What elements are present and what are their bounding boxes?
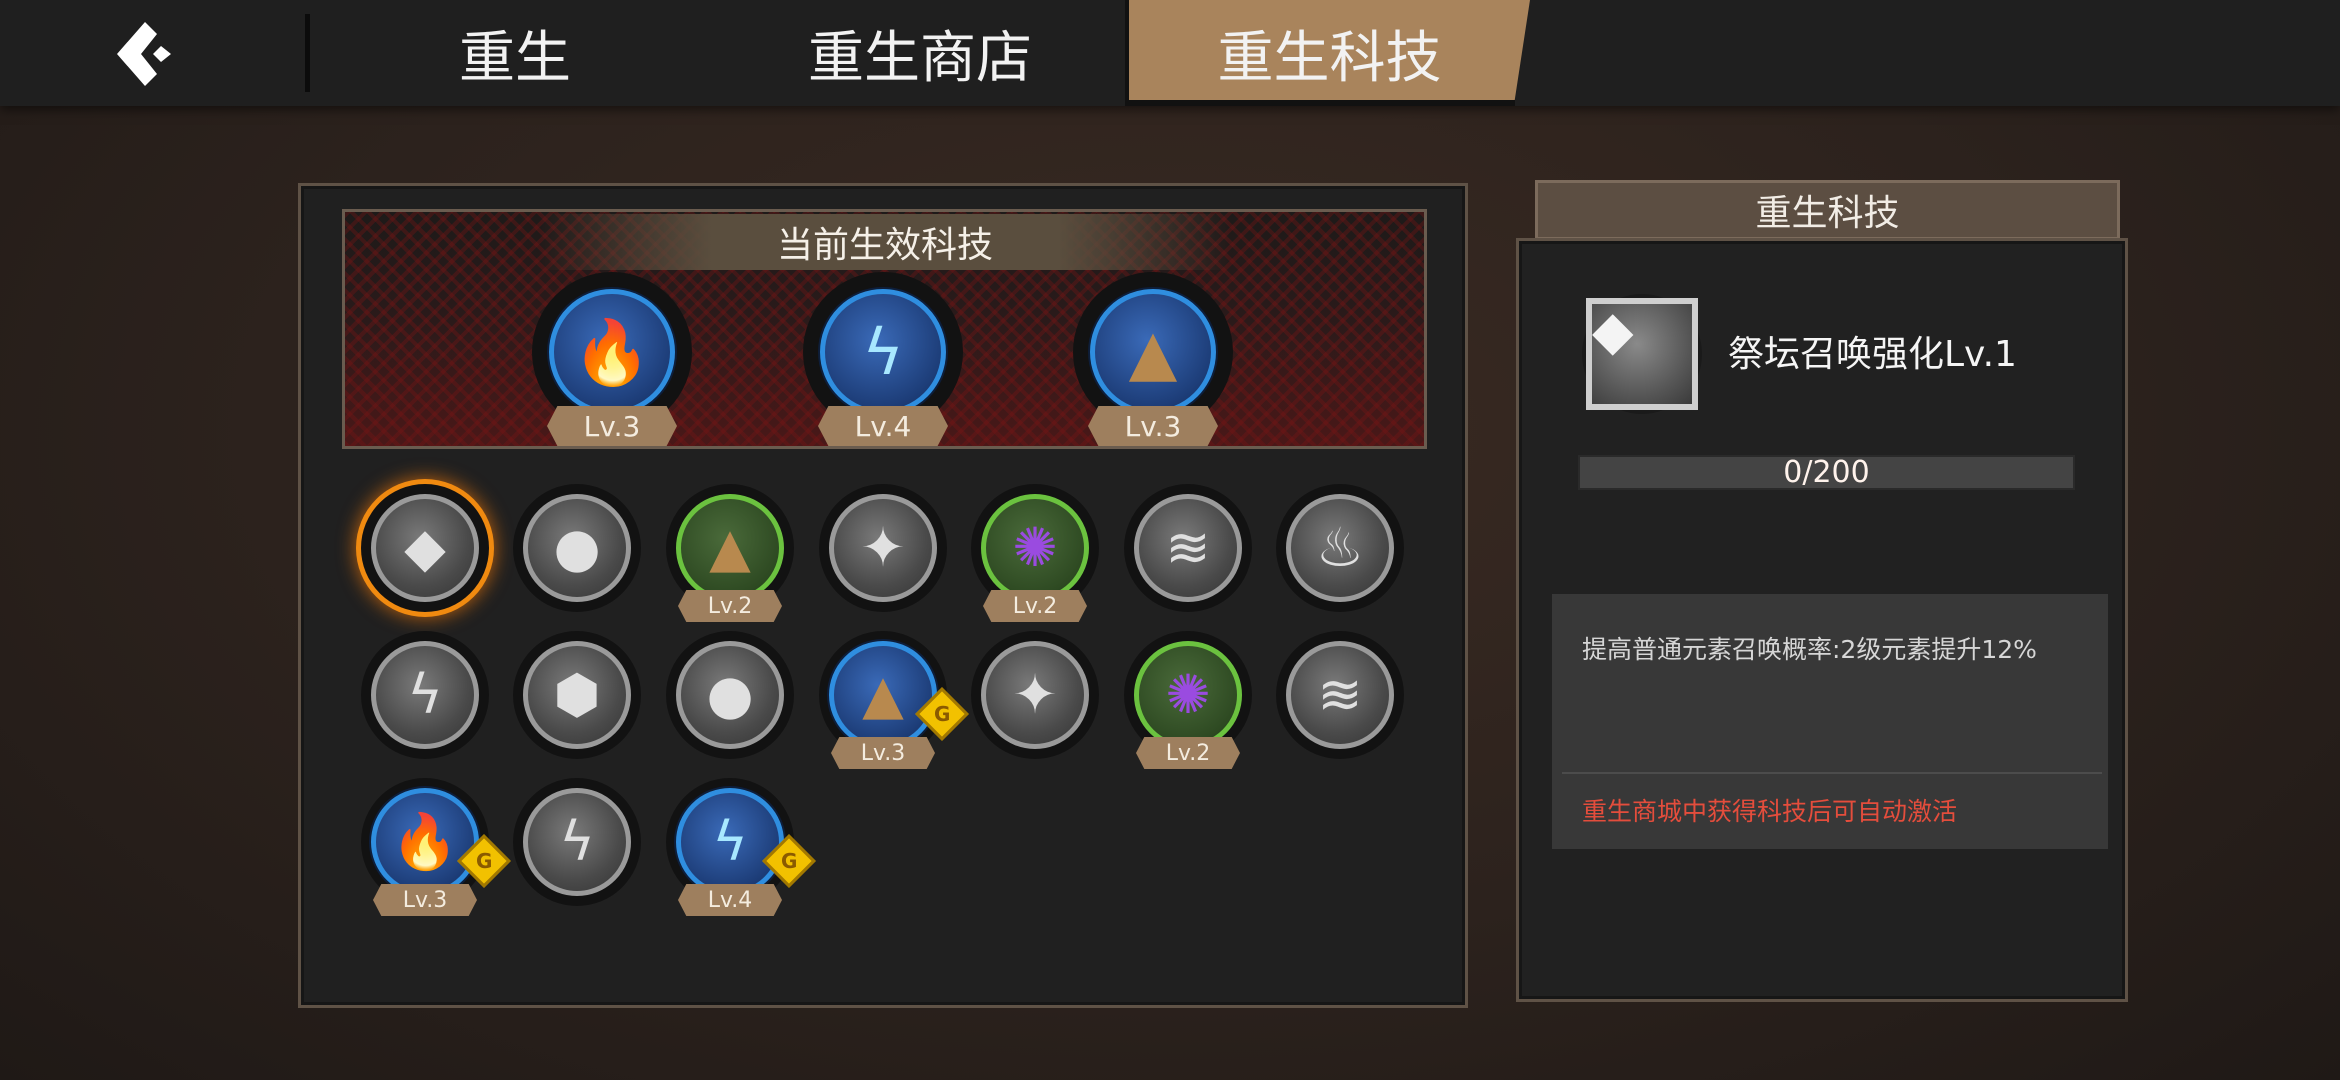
earth-icon: ▲ [829,641,937,749]
progress-text: 0/200 [1783,455,1870,490]
activation-hint: 重生商城中获得科技后可自动激活 [1582,797,1958,826]
stone-icon: ✦ [829,494,937,602]
crystal-icon: ◆ [371,494,479,602]
description-divider [1562,772,2102,774]
earth-icon: ▲ [1090,289,1216,415]
tech-node[interactable]: ● [513,484,641,612]
g-badge-letter: G [933,701,951,726]
tech-node[interactable]: ▲ Lv.3 G [819,631,969,769]
tech-node[interactable]: ⬢ [513,631,641,759]
level-tag: Lv.3 [547,406,677,446]
water-drop-icon: ● [676,641,784,749]
tech-node[interactable]: 🔥 Lv.3 G [361,778,511,916]
tech-node[interactable]: ✺ Lv.2 [971,484,1099,622]
active-tech-title: 当前生效科技 [540,214,1230,270]
tech-node[interactable]: ϟ Lv.4 [803,272,963,446]
g-badge-letter: G [780,848,798,873]
tech-node[interactable]: ▲ Lv.2 [666,484,794,622]
level-tag: Lv.4 [818,406,948,446]
back-arrow-icon [117,22,171,86]
level-tag: Lv.3 [1088,406,1218,446]
fire-icon: 🔥 [549,289,675,415]
tab-underline [1125,100,1515,106]
level-tag: Lv.2 [983,590,1087,622]
top-bar: 重生 重生商店 重生科技 [0,0,2340,106]
tech-node[interactable]: ϟ Lv.4 G [666,778,816,916]
tab-rebirth[interactable]: 重生 [380,0,650,106]
tech-node[interactable]: ϟ [513,778,641,906]
tab-rebirth-shop[interactable]: 重生商店 [770,0,1070,106]
lightning-icon: ϟ [523,788,631,896]
g-badge-letter: G [475,848,493,873]
tech-node[interactable]: ≋ [1124,484,1252,612]
level-tag: Lv.4 [678,884,782,916]
detail-tech-icon: ◆ [1582,294,1702,414]
tech-node[interactable]: 🔥 Lv.3 [532,272,692,446]
upgrade-progress-bar: 0/200 [1578,455,2075,490]
shadow-icon: ⬢ [523,641,631,749]
back-button[interactable] [100,14,190,94]
wind-icon: ≋ [1286,641,1394,749]
earth-icon: ▲ [676,494,784,602]
tech-node[interactable]: ✺ Lv.2 [1124,631,1252,769]
tech-node[interactable]: ♨ [1276,484,1404,612]
lightning-dragon-icon: ϟ [676,788,784,896]
tech-node[interactable]: ◆ [361,484,489,612]
dark-vortex-icon: ✺ [981,494,1089,602]
tab-rebirth-tech[interactable]: 重生科技 [1125,0,1530,106]
level-tag: Lv.3 [831,737,935,769]
tech-node[interactable]: ✦ [819,484,947,612]
fire-icon: 🔥 [371,788,479,896]
description-text: 提高普通元素召唤概率:2级元素提升12% [1582,635,2037,664]
tech-node[interactable]: ● [666,631,794,759]
lightning-dragon-icon: ϟ [820,289,946,415]
water-drop-icon: ● [523,494,631,602]
top-divider [305,14,310,92]
lightning-icon: ϟ [371,641,479,749]
dark-fire-icon: ♨ [1286,494,1394,602]
stone-icon: ✦ [981,641,1089,749]
crystal-icon: ◆ [1586,298,1698,410]
tech-node[interactable]: ✦ [971,631,1099,759]
tech-node[interactable]: ϟ [361,631,489,759]
wind-icon: ≋ [1134,494,1242,602]
detail-header: 重生科技 [1535,180,2120,240]
tech-node[interactable]: ▲ Lv.3 [1073,272,1233,446]
tech-node[interactable]: ≋ [1276,631,1404,759]
level-tag: Lv.2 [1136,737,1240,769]
dark-vortex-icon: ✺ [1134,641,1242,749]
level-tag: Lv.2 [678,590,782,622]
detail-tech-name: 祭坛召唤强化Lv.1 [1728,334,2017,375]
level-tag: Lv.3 [373,884,477,916]
